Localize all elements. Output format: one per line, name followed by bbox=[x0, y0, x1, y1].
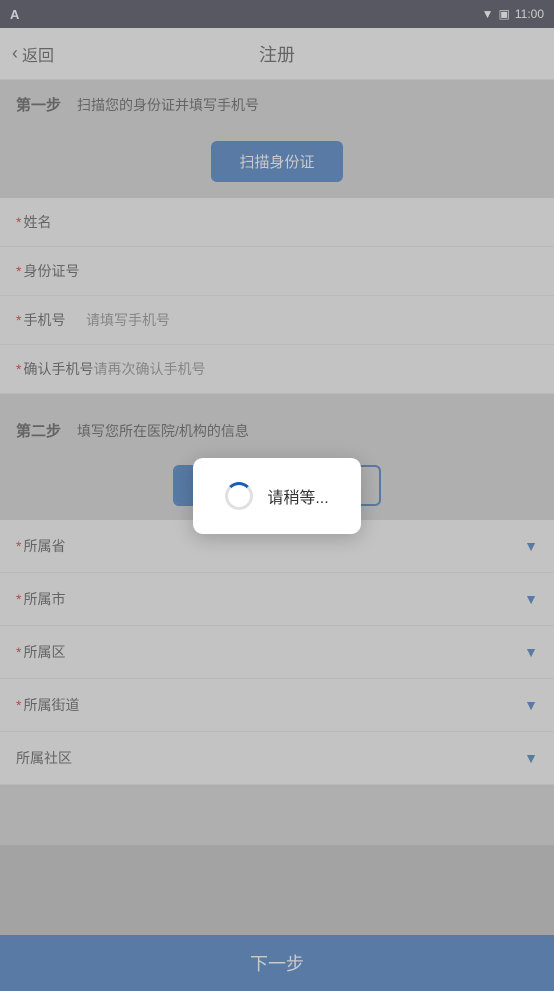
loading-text: 请稍等... bbox=[267, 484, 328, 508]
loading-box: 请稍等... bbox=[193, 458, 360, 534]
loading-overlay: 请稍等... bbox=[0, 0, 554, 991]
spinner-icon bbox=[225, 482, 253, 510]
